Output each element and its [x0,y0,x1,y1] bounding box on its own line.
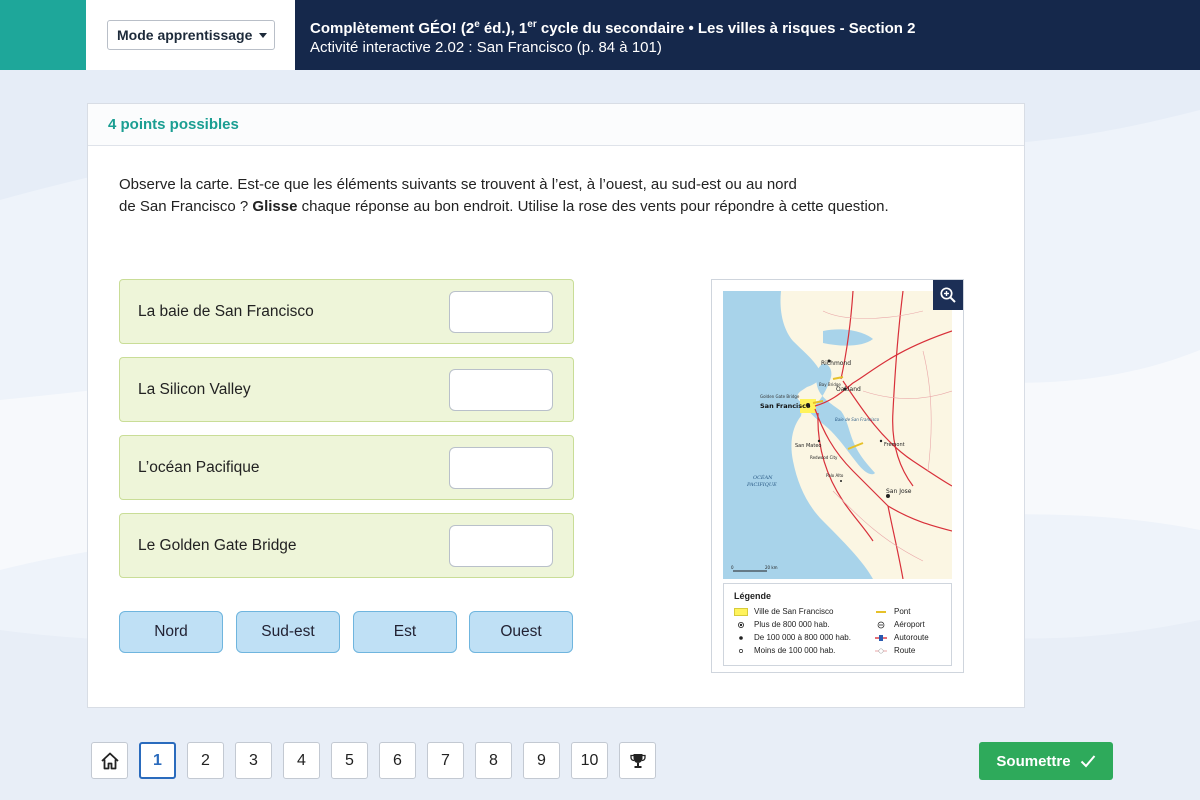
submit-button[interactable]: Soumettre [979,742,1113,780]
map-label-pacifique: PACIFIQUE [746,482,777,488]
caret-down-icon [259,32,268,38]
submit-label: Soumettre [996,752,1071,770]
map-label-oakland: Oakland [836,386,861,393]
legend-item-large: Plus de 800 000 hab. [734,620,830,629]
app-header: Mode apprentissage Complètement GÉO! (2e… [0,0,1200,70]
page-button-2[interactable]: 2 [187,742,224,779]
map-figure: Richmond Oakland Golden Gate Bridge Bay … [711,279,964,673]
question-instructions: Observe la carte. Est-ce que les élément… [119,176,889,215]
question-card: 4 points possibles Observe la carte. Est… [87,103,1025,708]
answer-chip-ouest[interactable]: Ouest [469,611,573,653]
page-button-1[interactable]: 1 [139,742,176,779]
map-label-palo-alto: Palo Alto [826,473,844,478]
drop-row-golden-gate: Le Golden Gate Bridge [119,513,574,578]
mode-dropdown[interactable]: Mode apprentissage [107,20,275,50]
legend-item-medium: De 100 000 à 800 000 hab. [734,633,851,642]
map-label-richmond: Richmond [821,360,851,367]
map-scale-label: 20 km [765,565,778,570]
drop-row-label: La baie de San Francisco [138,302,314,320]
map-label-redwood: Redwood City [810,455,838,460]
map-label-baie: Baie de San Francisco [835,417,880,422]
san-francisco-map: Richmond Oakland Golden Gate Bridge Bay … [723,291,952,579]
check-icon [1080,755,1095,768]
drop-row-label: Le Golden Gate Bridge [138,536,297,554]
trophy-button[interactable] [619,742,656,779]
map-label-san-jose: San Jose [886,488,912,495]
activity-subtitle: Activité interactive 2.02 : San Francisc… [310,39,662,56]
legend-item-road: Route [874,646,915,655]
page-button-9[interactable]: 9 [523,742,560,779]
drop-target[interactable] [449,525,553,567]
legend-item-bridge: Pont [876,607,911,616]
page-button-10[interactable]: 10 [571,742,608,779]
map-label-san-francisco: San Francisco [760,402,811,410]
drop-row-label: L’océan Pacifique [138,458,260,476]
drop-target[interactable] [449,447,553,489]
legend-item-city: Ville de San Francisco [734,607,833,616]
course-title: Complètement GÉO! (2e éd.), 1er cycle du… [310,19,916,37]
map-label-bay-bridge: Bay Bridge [819,382,841,387]
points-header: 4 points possibles [88,104,1024,146]
drop-row-baie: La baie de San Francisco [119,279,574,344]
answer-chip-est[interactable]: Est [353,611,457,653]
drop-target[interactable] [449,291,553,333]
map-label-fremont: Fremont [884,442,905,448]
mode-dropdown-label: Mode apprentissage [117,27,253,43]
legend-item-highway: Autoroute [874,633,929,642]
page-button-6[interactable]: 6 [379,742,416,779]
map-label-san-mateo: San Mateo [795,443,821,449]
page-button-5[interactable]: 5 [331,742,368,779]
home-icon [100,752,119,769]
map-label-golden-gate: Golden Gate Bridge [760,394,800,399]
map-zoom-button[interactable] [933,280,963,310]
page-button-7[interactable]: 7 [427,742,464,779]
page-button-4[interactable]: 4 [283,742,320,779]
legend-item-airport: Aéroport [874,620,925,629]
trophy-icon [629,753,646,768]
map-label-ocean: OCÉAN [753,473,773,481]
zoom-in-icon [940,287,956,303]
drop-row-silicon-valley: La Silicon Valley [119,357,574,422]
legend-item-small: Moins de 100 000 hab. [734,646,835,655]
answer-chip-sud-est[interactable]: Sud-est [236,611,340,653]
home-button[interactable] [91,742,128,779]
answer-chip-nord[interactable]: Nord [119,611,223,653]
drop-row-label: La Silicon Valley [138,380,251,398]
map-legend: Légende Ville de San Francisco Plus de 8… [723,583,952,666]
header-title-area: Complètement GÉO! (2e éd.), 1er cycle du… [295,0,1200,70]
legend-title: Légende [734,591,772,601]
drop-target[interactable] [449,369,553,411]
drop-row-ocean-pacifique: L’océan Pacifique [119,435,574,500]
page-button-8[interactable]: 8 [475,742,512,779]
page-button-3[interactable]: 3 [235,742,272,779]
header-brand-block [0,0,86,70]
